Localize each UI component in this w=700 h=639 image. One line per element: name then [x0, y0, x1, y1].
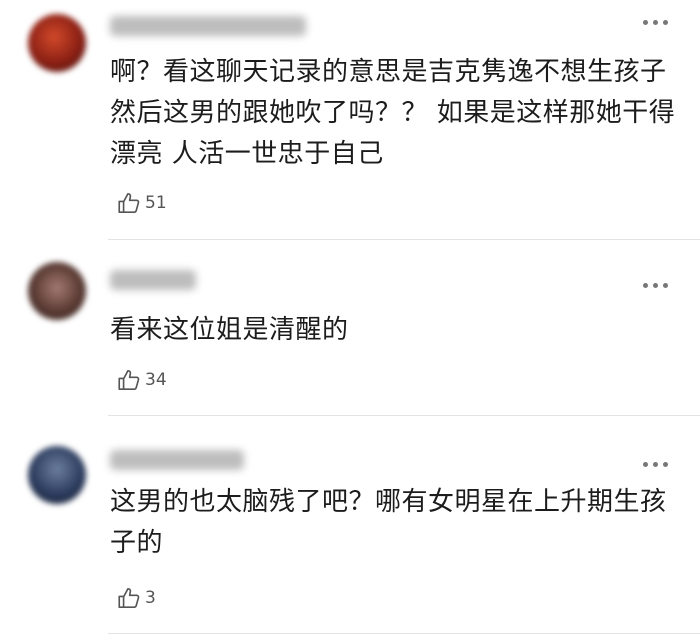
avatar[interactable] — [28, 14, 86, 72]
comment-text: 这男的也太脑残了吧？哪有女明星在上升期生孩子的 — [110, 487, 667, 558]
username-blurred[interactable] — [110, 16, 306, 36]
more-options-button[interactable] — [643, 458, 668, 471]
more-options-button[interactable] — [643, 279, 668, 292]
more-dot — [653, 283, 658, 288]
more-dot — [643, 20, 648, 25]
comment-item: 这男的也太脑残了吧？哪有女明星在上升期生孩子的 3 — [0, 416, 700, 639]
thumbs-up-icon — [118, 192, 140, 214]
more-options-button[interactable] — [643, 16, 668, 29]
thumbs-up-icon — [118, 369, 140, 391]
comment-item: 看来这位姐是清醒的 34 — [0, 240, 700, 416]
avatar[interactable] — [28, 262, 86, 320]
more-dot — [663, 462, 668, 467]
comment-text: 看来这位姐是清醒的 — [110, 315, 349, 345]
like-button[interactable]: 3 — [116, 585, 156, 611]
more-dot — [653, 20, 658, 25]
username-blurred[interactable] — [110, 270, 196, 290]
username-blurred[interactable] — [110, 450, 244, 470]
more-dot — [663, 283, 668, 288]
comment-item: 啊？看这聊天记录的意思是吉克隽逸不想生孩子 然后这男的跟她吹了吗？？ 如果是这样… — [0, 0, 700, 240]
like-count: 51 — [145, 193, 167, 213]
divider — [108, 633, 700, 634]
like-count: 3 — [145, 588, 156, 608]
like-button[interactable]: 51 — [116, 190, 167, 216]
comment-text: 啊？看这聊天记录的意思是吉克隽逸不想生孩子 然后这男的跟她吹了吗？？ 如果是这样… — [110, 57, 676, 169]
like-count: 34 — [145, 370, 167, 390]
thumbs-up-icon — [118, 587, 140, 609]
more-dot — [643, 283, 648, 288]
more-dot — [643, 462, 648, 467]
more-dot — [653, 462, 658, 467]
avatar[interactable] — [28, 446, 86, 504]
like-button[interactable]: 34 — [116, 367, 167, 393]
more-dot — [663, 20, 668, 25]
